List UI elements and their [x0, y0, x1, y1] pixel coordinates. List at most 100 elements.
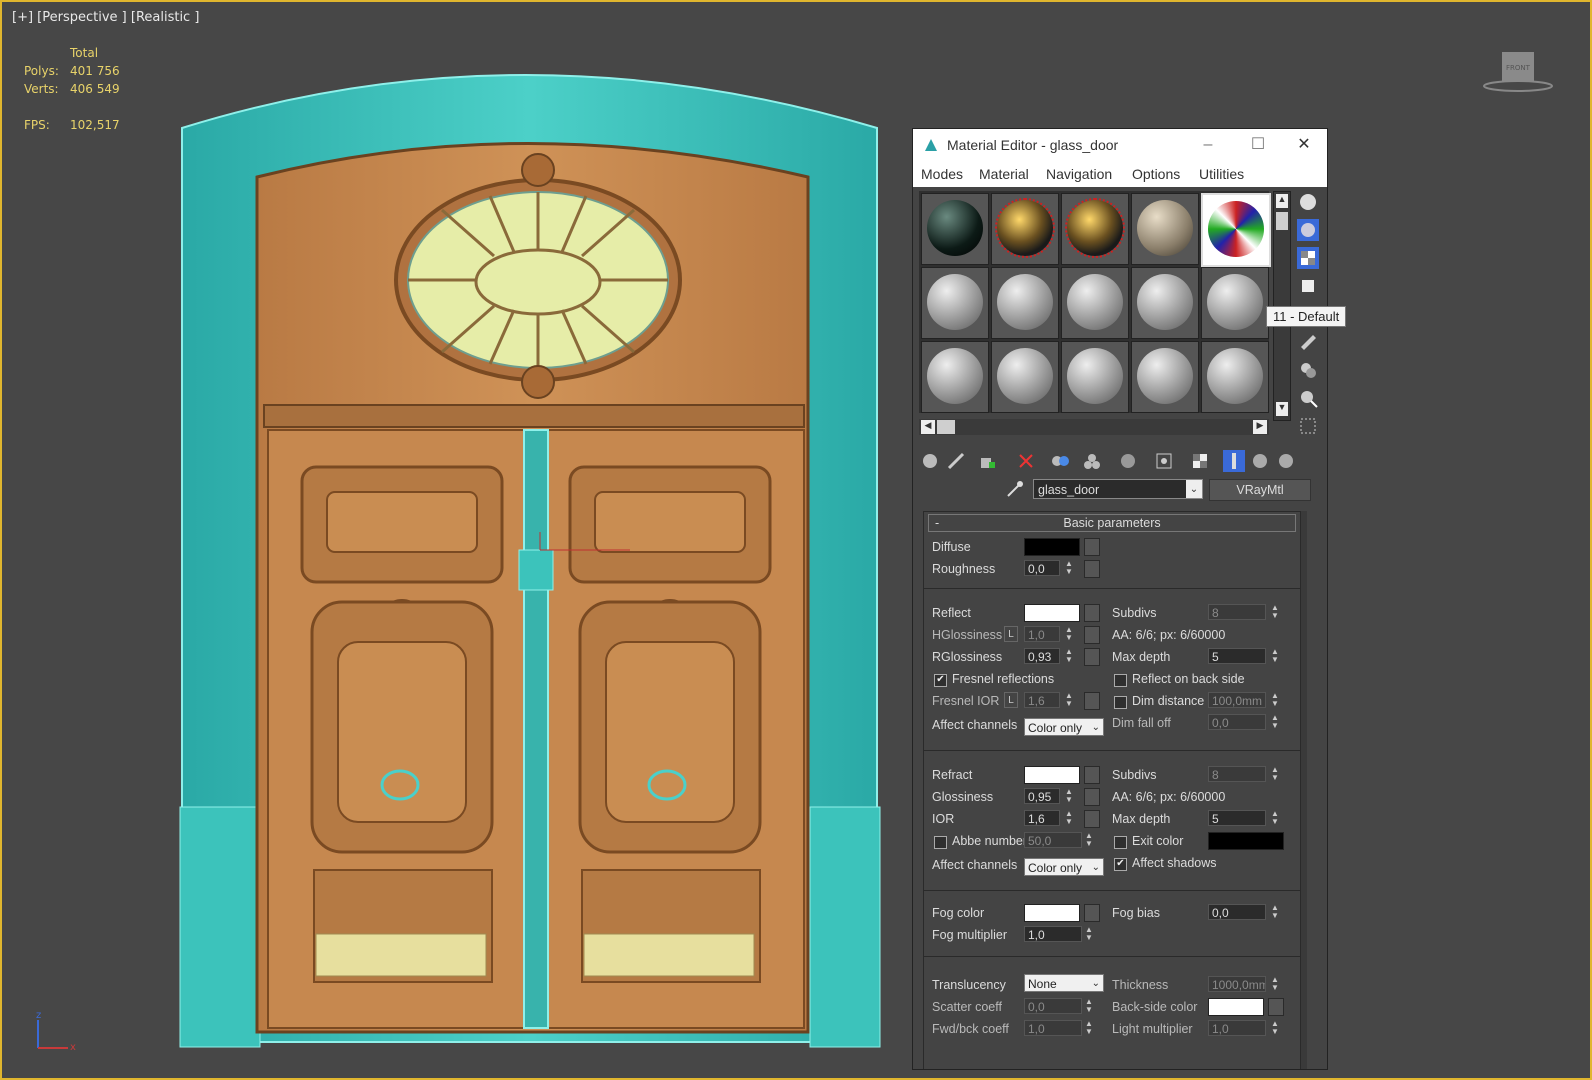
diffuse-map-button[interactable] — [1084, 538, 1100, 556]
menu-modes[interactable]: Modes — [921, 166, 963, 182]
affect-shadows-checkbox[interactable]: ✔ — [1114, 858, 1127, 871]
maximize-button[interactable]: ☐ — [1243, 133, 1273, 157]
material-slot[interactable] — [991, 341, 1059, 413]
material-slot[interactable] — [1201, 341, 1269, 413]
fresnel-ior-spin-arrows[interactable]: ▲ ▼ — [1064, 692, 1074, 708]
reflect-map-button[interactable] — [1084, 604, 1100, 622]
material-editor-window[interactable]: Material Editor - glass_door – ☐ ✕ Modes… — [912, 128, 1328, 1070]
assign-material-icon[interactable] — [977, 450, 999, 472]
material-slot[interactable] — [1061, 341, 1129, 413]
rollout-scrollbar[interactable] — [1301, 511, 1307, 1069]
abbe-number-spin-arrows[interactable]: ▲ ▼ — [1084, 832, 1094, 848]
perspective-viewport[interactable]: [+] [Perspective ] [Realistic ] Total Po… — [0, 0, 1592, 1080]
rglossiness-spin-arrows[interactable]: ▲ ▼ — [1064, 648, 1074, 664]
reflect-max-depth-spinner[interactable]: 5 — [1208, 648, 1266, 664]
sample-type-icon[interactable] — [1297, 191, 1319, 213]
refract-max-depth-spinner[interactable]: 5 — [1208, 810, 1266, 826]
ior-spinner[interactable]: 1,6 — [1024, 810, 1060, 826]
scatter-coeff-spin-arrows[interactable]: ▲ ▼ — [1084, 998, 1094, 1014]
light-multiplier-spinner[interactable]: 1,0 — [1208, 1020, 1266, 1036]
reflect-back-side-checkbox[interactable] — [1114, 674, 1127, 687]
reflect-subdivs-spinner[interactable]: 8 — [1208, 604, 1266, 620]
back-side-color-map-button[interactable] — [1268, 998, 1284, 1016]
sample-slots[interactable] — [919, 191, 1271, 413]
scroll-thumb[interactable] — [1276, 212, 1288, 230]
fog-color-swatch[interactable] — [1024, 904, 1080, 922]
material-name-field[interactable]: glass_door ⌄ — [1033, 479, 1203, 499]
refract-glossiness-map-button[interactable] — [1084, 788, 1100, 806]
hglossiness-spin-arrows[interactable]: ▲ ▼ — [1064, 626, 1074, 642]
ior-spin-arrows[interactable]: ▲ ▼ — [1064, 810, 1074, 826]
rglossiness-map-button[interactable] — [1084, 648, 1100, 666]
menu-utilities[interactable]: Utilities — [1199, 166, 1244, 182]
diffuse-color-swatch[interactable] — [1024, 538, 1080, 556]
put-material-icon[interactable] — [945, 450, 967, 472]
back-side-color-swatch[interactable] — [1208, 998, 1264, 1016]
dim-distance-spin-arrows[interactable]: ▲ ▼ — [1270, 692, 1280, 708]
options-icon[interactable] — [1297, 387, 1319, 409]
fresnel-checkbox[interactable]: ✔ — [934, 674, 947, 687]
show-end-result-icon[interactable] — [1189, 450, 1211, 472]
menu-navigation[interactable]: Navigation — [1046, 166, 1112, 182]
fog-bias-spinner[interactable]: 0,0 — [1208, 904, 1266, 920]
sample-uv-tiling-icon[interactable] — [1297, 275, 1319, 297]
material-slot[interactable] — [991, 267, 1059, 339]
roughness-map-button[interactable] — [1084, 560, 1100, 578]
backlight-icon[interactable] — [1297, 219, 1319, 241]
get-material-icon[interactable] — [919, 450, 941, 472]
ior-map-button[interactable] — [1084, 810, 1100, 828]
fresnel-ior-lock[interactable]: L — [1004, 692, 1018, 708]
chevron-down-icon[interactable]: ⌄ — [1186, 480, 1202, 498]
door-model[interactable] — [2, 2, 882, 1080]
material-slot[interactable] — [1131, 341, 1199, 413]
dim-distance-spinner[interactable]: 100,0mm — [1208, 692, 1266, 708]
hscroll-thumb[interactable] — [937, 420, 955, 434]
eyedropper-icon[interactable] — [1005, 479, 1025, 499]
fresnel-ior-spinner[interactable]: 1,6 — [1024, 692, 1060, 708]
refract-color-swatch[interactable] — [1024, 766, 1080, 784]
go-forward-sibling-icon[interactable] — [1249, 450, 1271, 472]
scroll-left-icon[interactable]: ◀ — [921, 420, 935, 434]
material-slot[interactable] — [921, 193, 989, 265]
fog-bias-spin-arrows[interactable]: ▲ ▼ — [1270, 904, 1280, 920]
rollout-header[interactable]: - Basic parameters — [928, 514, 1296, 532]
show-map-in-viewport-icon[interactable] — [1153, 450, 1175, 472]
dim-fall-off-spinner[interactable]: 0,0 — [1208, 714, 1266, 730]
fog-multiplier-spin-arrows[interactable]: ▲ ▼ — [1084, 926, 1094, 942]
thickness-spinner[interactable]: 1000,0mm — [1208, 976, 1266, 992]
hglossiness-map-button[interactable] — [1084, 626, 1100, 644]
roughness-spinner[interactable]: 0,0 — [1024, 560, 1060, 576]
material-slot[interactable] — [1131, 267, 1199, 339]
refract-glossiness-spinner[interactable]: 0,95 — [1024, 788, 1060, 804]
scroll-right-icon[interactable]: ▶ — [1253, 420, 1267, 434]
reset-map-icon[interactable] — [1015, 450, 1037, 472]
exit-color-checkbox[interactable] — [1114, 836, 1127, 849]
fwd-bck-coeff-spin-arrows[interactable]: ▲ ▼ — [1084, 1020, 1094, 1036]
menu-material[interactable]: Material — [979, 166, 1029, 182]
material-id-channel-icon[interactable] — [1117, 450, 1139, 472]
abbe-number-checkbox[interactable] — [934, 836, 947, 849]
viewcube[interactable]: FRONT — [1482, 50, 1554, 94]
hglossiness-spinner[interactable]: 1,0 — [1024, 626, 1060, 642]
make-unique-icon[interactable] — [1049, 450, 1071, 472]
light-multiplier-spin-arrows[interactable]: ▲ ▼ — [1270, 1020, 1280, 1036]
dim-fall-off-spin-arrows[interactable]: ▲ ▼ — [1270, 714, 1280, 730]
fresnel-ior-map-button[interactable] — [1084, 692, 1100, 710]
scroll-up-icon[interactable]: ▲ — [1276, 194, 1288, 208]
select-by-material-icon[interactable] — [1297, 415, 1319, 437]
dim-distance-checkbox[interactable] — [1114, 696, 1127, 709]
background-checker-icon[interactable] — [1297, 247, 1319, 269]
fog-color-map-button[interactable] — [1084, 904, 1100, 922]
refract-max-depth-spin-arrows[interactable]: ▲ ▼ — [1270, 810, 1280, 826]
exit-color-swatch[interactable] — [1208, 832, 1284, 850]
scatter-coeff-spinner[interactable]: 0,0 — [1024, 998, 1082, 1014]
refract-map-button[interactable] — [1084, 766, 1100, 784]
fwd-bck-coeff-spinner[interactable]: 1,0 — [1024, 1020, 1082, 1036]
hglossiness-lock[interactable]: L — [1004, 626, 1018, 642]
refract-subdivs-spin-arrows[interactable]: ▲ ▼ — [1270, 766, 1280, 782]
close-button[interactable]: ✕ — [1289, 133, 1319, 157]
fog-multiplier-spinner[interactable]: 1,0 — [1024, 926, 1082, 942]
menu-options[interactable]: Options — [1132, 166, 1180, 182]
make-preview-icon[interactable] — [1297, 359, 1319, 381]
material-slot[interactable] — [1201, 267, 1269, 339]
